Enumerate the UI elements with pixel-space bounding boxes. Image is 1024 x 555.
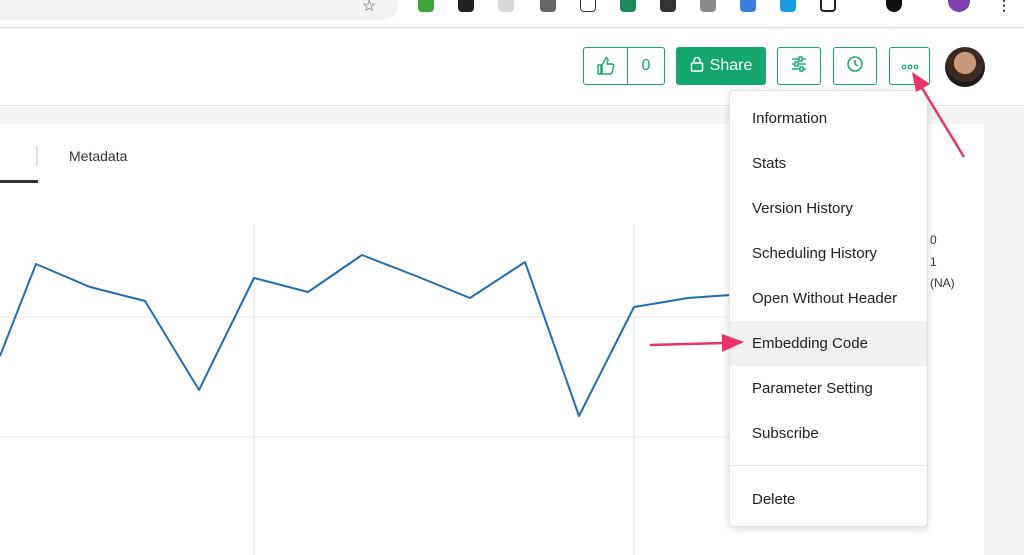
legend-value: (NA): [930, 276, 955, 290]
menu-item-version-history[interactable]: Version History: [730, 186, 927, 231]
menu-item-parameter-setting[interactable]: Parameter Setting: [730, 366, 927, 411]
menu-item-delete[interactable]: Delete: [730, 477, 927, 522]
menu-item-information[interactable]: Information: [730, 96, 927, 141]
legend-value: 1: [930, 255, 937, 269]
menu-item-subscribe[interactable]: Subscribe: [730, 411, 927, 456]
menu-divider: [730, 465, 927, 466]
chart-series-line: [0, 254, 731, 417]
legend-value: 0: [930, 233, 937, 247]
menu-item-embedding-code[interactable]: Embedding Code: [730, 321, 927, 366]
menu-item-scheduling-history[interactable]: Scheduling History: [730, 231, 927, 276]
menu-item-open-without-header[interactable]: Open Without Header: [730, 276, 927, 321]
more-options-menu: Information Stats Version History Schedu…: [729, 90, 928, 527]
menu-item-stats[interactable]: Stats: [730, 141, 927, 186]
